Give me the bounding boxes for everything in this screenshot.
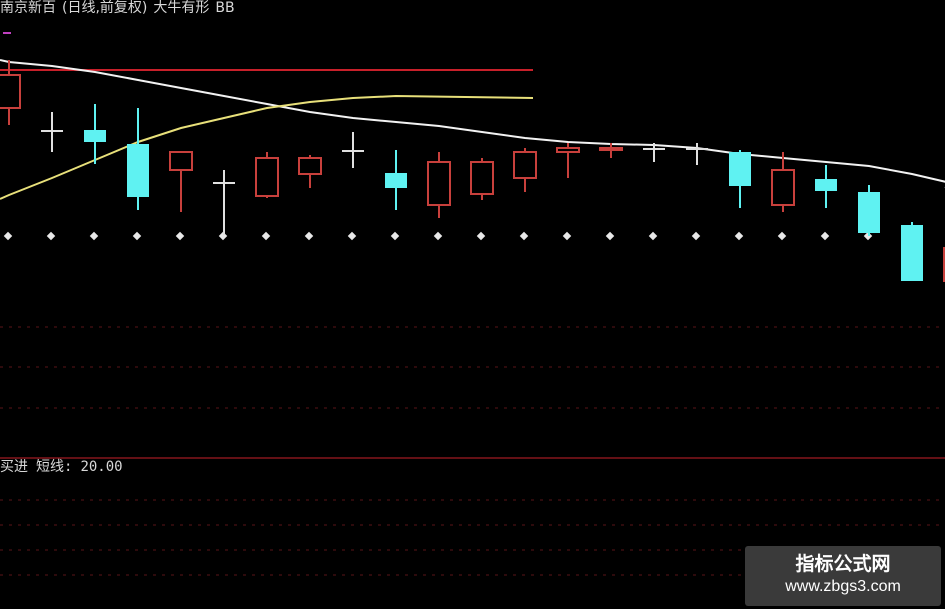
candle-body: [643, 148, 665, 150]
candle-body: [556, 147, 580, 153]
signal-dot: [3, 231, 13, 241]
signal-dot: [734, 231, 744, 241]
header-trailing-text: BB: [215, 0, 235, 16]
candle-body: [0, 74, 21, 109]
candle-body: [342, 150, 364, 152]
signal-dot: [562, 231, 572, 241]
signal-dot: [519, 231, 529, 241]
signal-dot: [46, 231, 56, 241]
indicator-header: 买进 短线: 20.00: [0, 457, 131, 477]
signal-dot: [390, 231, 400, 241]
signal-dot: [648, 231, 658, 241]
candle-body: [385, 173, 407, 188]
signal-dot: [89, 231, 99, 241]
signal-dot: [691, 231, 701, 241]
indicator-label: 买进: [0, 459, 28, 475]
candle-body: [127, 144, 149, 197]
indicator-line-label: 短线:: [36, 459, 73, 475]
signal-dot: [476, 231, 486, 241]
series-marker: [3, 32, 11, 34]
chart-window: 南京新百 (日线,前复权) 大牛有形 BB 买进 短线: 20.00 指标公式网 www.…: [0, 0, 945, 609]
candle-body: [513, 151, 537, 179]
indicator-line-value: 20.00: [80, 459, 123, 475]
signal-dot: [304, 231, 314, 241]
candle-body: [771, 169, 795, 206]
candle-body: [298, 157, 322, 175]
candle-body: [729, 152, 751, 186]
stock-name: 南京新百: [0, 0, 56, 16]
chart-header: 南京新百 (日线,前复权) 大牛有形 BB: [0, 0, 241, 17]
candle-body: [41, 130, 63, 132]
signal-dot: [820, 231, 830, 241]
candle-body: [255, 157, 279, 197]
signal-dot: [605, 231, 615, 241]
signal-dot: [132, 231, 142, 241]
signal-dot: [777, 231, 787, 241]
candle-body: [686, 148, 708, 150]
signal-dot: [433, 231, 443, 241]
indicator-name: 大牛有形: [153, 0, 210, 16]
candle-body: [427, 161, 451, 206]
candle-body: [213, 182, 235, 184]
signal-dot: [175, 231, 185, 241]
price-chart: [0, 32, 945, 576]
watermark: 指标公式网 www.zbgs3.com: [745, 546, 941, 606]
watermark-title: 指标公式网: [795, 553, 891, 575]
candle-body: [858, 192, 880, 233]
candle-body: [470, 161, 494, 195]
candle-body: [901, 225, 923, 281]
candle-body: [169, 151, 193, 171]
watermark-url: www.zbgs3.com: [785, 578, 901, 595]
candle-body: [84, 130, 106, 142]
candle-body: [815, 179, 837, 191]
signal-dot: [261, 231, 271, 241]
candle-body: [599, 147, 623, 151]
signal-dot: [347, 231, 357, 241]
period-info: (日线,前复权): [62, 0, 148, 16]
